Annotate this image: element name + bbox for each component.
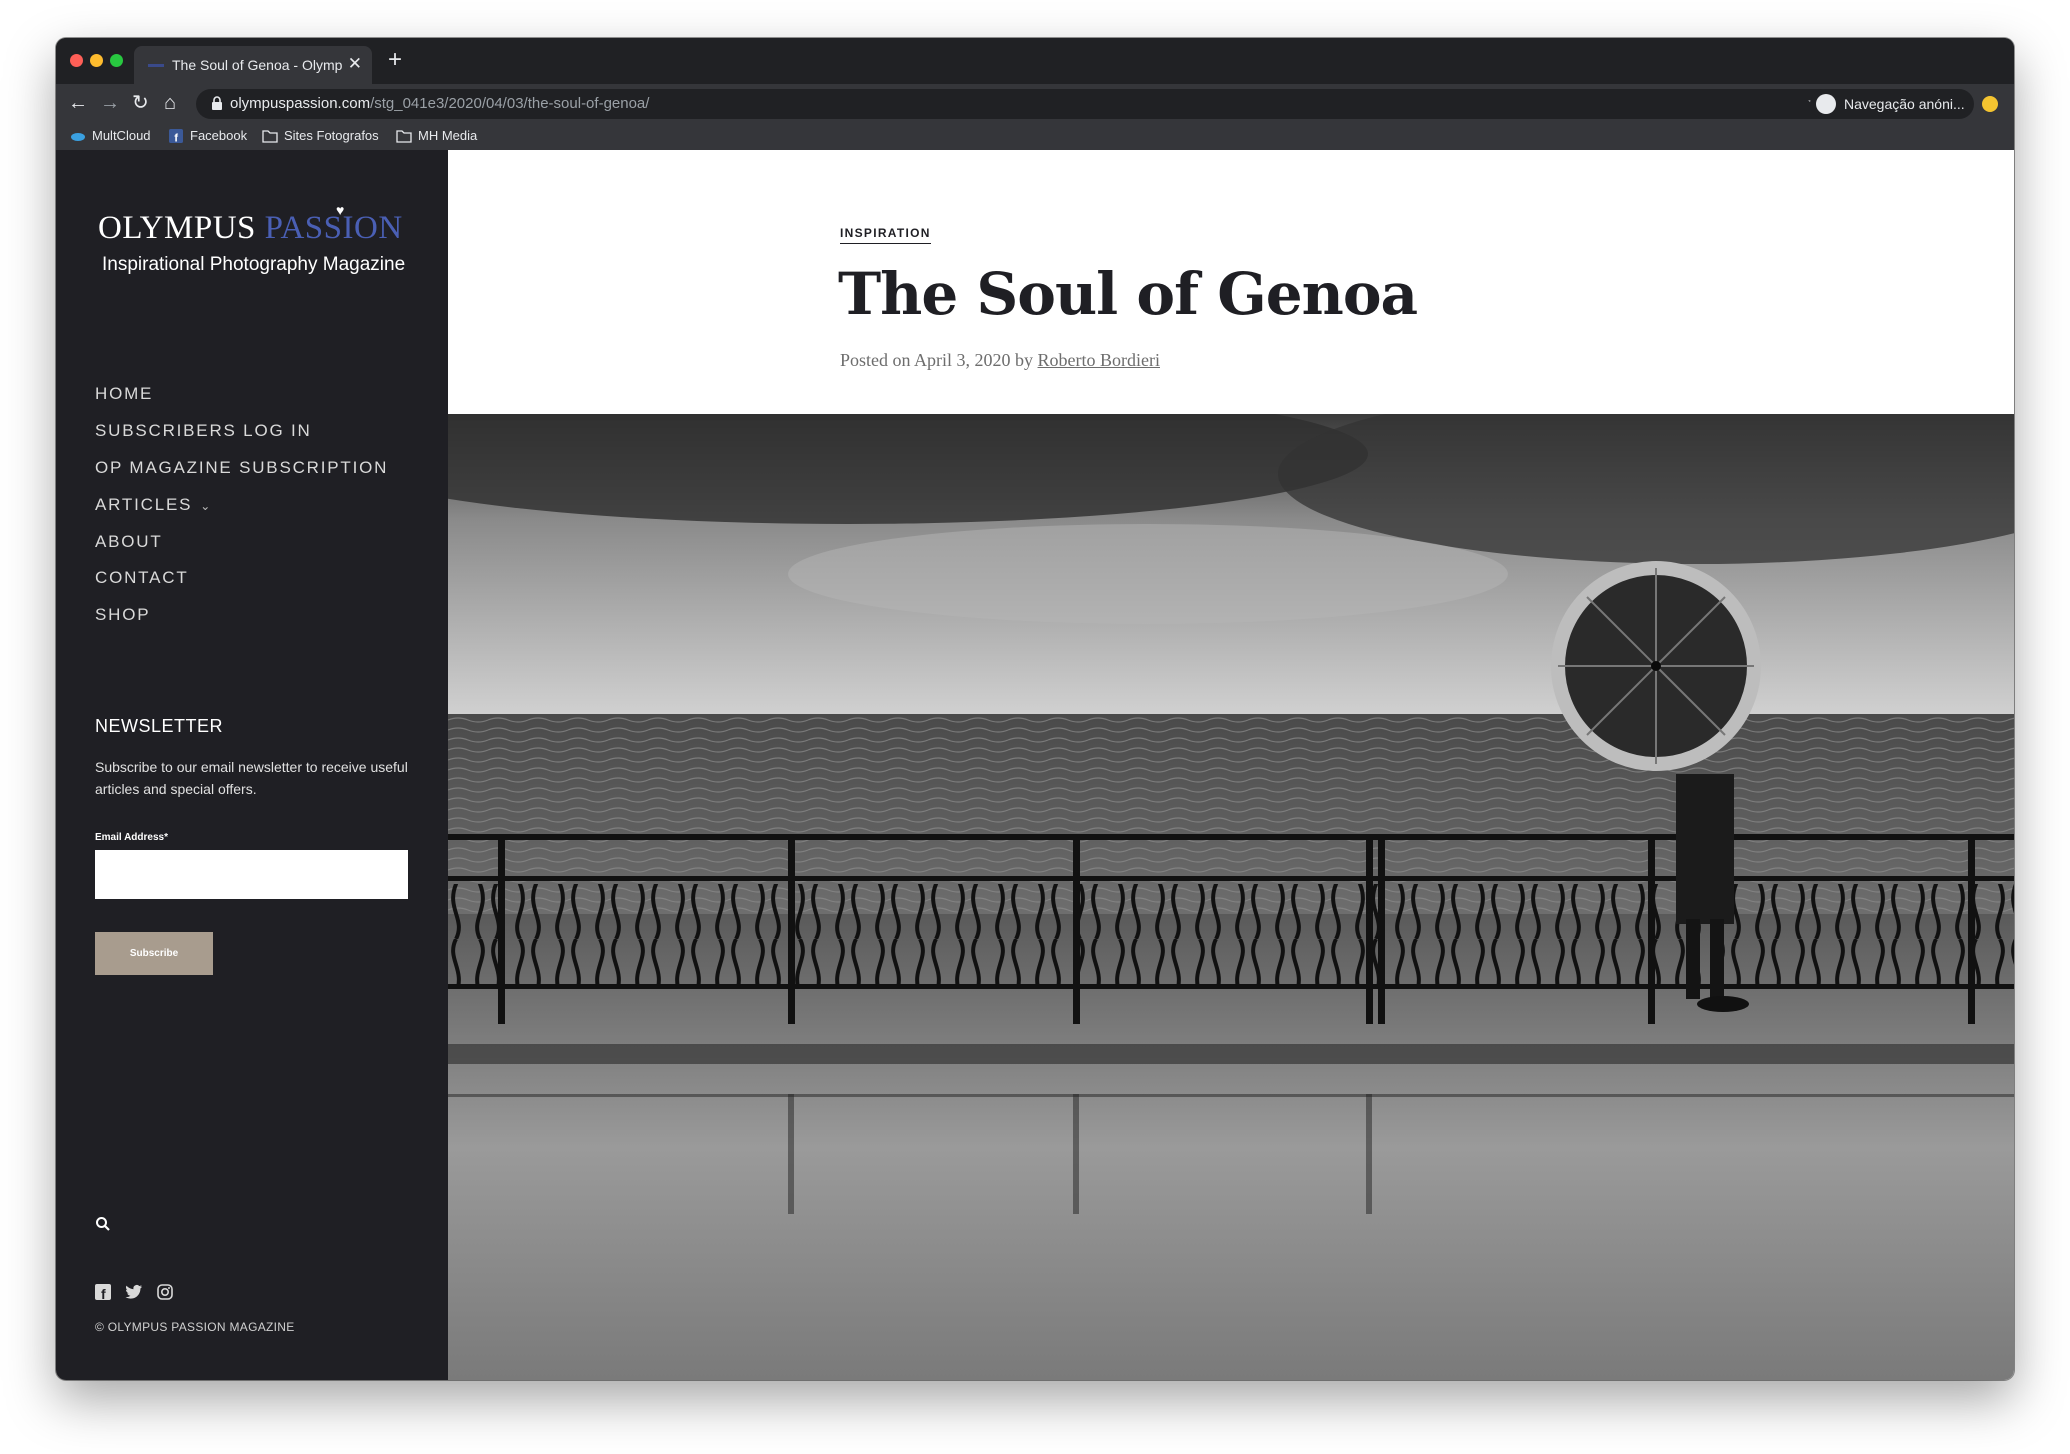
page-viewport: OLYMPUS PASSION ♥ Inspirational Photogra… bbox=[56, 150, 2014, 1380]
svg-text:f: f bbox=[101, 1286, 106, 1300]
post-meta: Posted on April 3, 2020 by Roberto Bordi… bbox=[840, 350, 1160, 371]
bookmark-label: Facebook bbox=[190, 128, 248, 143]
facebook-icon[interactable]: f bbox=[95, 1284, 111, 1300]
bookmark-label: Sites Fotografos bbox=[284, 128, 379, 143]
post-date-text: Posted on April 3, 2020 by bbox=[840, 350, 1034, 370]
menu-item-home[interactable]: HOME bbox=[95, 384, 153, 404]
browser-window: The Soul of Genoa - Olympus P ✕ + ← → ↻ … bbox=[56, 38, 2014, 1380]
menu-item-shop[interactable]: SHOP bbox=[95, 605, 150, 625]
hero-photo-genoa-seafront bbox=[448, 414, 2014, 1380]
cloud-icon bbox=[71, 132, 85, 141]
bookmark-label: MultCloud bbox=[92, 128, 151, 143]
menu-item-about[interactable]: ABOUT bbox=[95, 532, 163, 552]
tab-strip: The Soul of Genoa - Olympus P ✕ + bbox=[56, 38, 2014, 84]
email-input[interactable] bbox=[95, 850, 408, 899]
menu-item-op-magazine-subscription[interactable]: OP MAGAZINE SUBSCRIPTION bbox=[95, 458, 388, 478]
close-window-button[interactable] bbox=[70, 54, 83, 67]
facebook-icon: f bbox=[169, 128, 183, 143]
svg-text:f: f bbox=[174, 132, 178, 143]
twitter-icon[interactable] bbox=[125, 1284, 143, 1300]
copyright-text: © OLYMPUS PASSION MAGAZINE bbox=[95, 1320, 295, 1334]
back-arrow-icon[interactable]: ← bbox=[68, 92, 88, 114]
logo-word-olympus: OLYMPUS bbox=[98, 210, 256, 246]
bookmarks-bar: MultCloud f Facebook Sites Fotografos MH… bbox=[56, 124, 2014, 150]
email-label: Email Address* bbox=[95, 832, 168, 843]
favicon-icon bbox=[148, 64, 164, 67]
close-tab-icon[interactable]: ✕ bbox=[348, 54, 362, 74]
incognito-icon bbox=[1816, 94, 1836, 114]
site-logo[interactable]: OLYMPUS PASSION ♥ Inspirational Photogra… bbox=[98, 202, 405, 280]
minimize-window-button[interactable] bbox=[90, 54, 103, 67]
menu-item-contact[interactable]: CONTACT bbox=[95, 568, 189, 588]
maximize-window-button[interactable] bbox=[110, 54, 123, 67]
reload-icon[interactable]: ↻ bbox=[132, 92, 149, 114]
new-tab-button[interactable]: + bbox=[388, 48, 402, 72]
bookmark-facebook[interactable]: f Facebook bbox=[168, 128, 247, 143]
social-links: f bbox=[95, 1284, 173, 1300]
folder-icon bbox=[396, 129, 412, 143]
url-host: olympuspassion.com bbox=[230, 95, 371, 112]
logo-tagline: Inspirational Photography Magazine bbox=[102, 254, 406, 275]
forward-arrow-icon[interactable]: → bbox=[100, 92, 120, 114]
heart-icon: ♥ bbox=[336, 202, 345, 218]
menu-item-articles[interactable]: ARTICLES ⌄ bbox=[95, 495, 212, 515]
url-text: olympuspassion.com/stg_041e3/2020/04/03/… bbox=[230, 95, 649, 112]
main-content: INSPIRATION The Soul of Genoa Posted on … bbox=[448, 150, 2014, 1380]
post-category-link[interactable]: INSPIRATION bbox=[840, 226, 931, 244]
menu-item-subscribers-log-in[interactable]: SUBSCRIBERS LOG IN bbox=[95, 421, 312, 441]
menu-item-label: ARTICLES bbox=[95, 495, 193, 514]
address-bar[interactable]: olympuspassion.com/stg_041e3/2020/04/03/… bbox=[196, 89, 1836, 119]
search-icon[interactable] bbox=[95, 1216, 111, 1232]
logo-word-passion: PASSION bbox=[264, 210, 403, 246]
post-title: The Soul of Genoa bbox=[838, 260, 1418, 328]
sidebar: OLYMPUS PASSION ♥ Inspirational Photogra… bbox=[56, 150, 448, 1380]
bookmark-label: MH Media bbox=[418, 128, 478, 143]
extension-icon[interactable] bbox=[1982, 96, 1998, 112]
instagram-icon[interactable] bbox=[157, 1284, 173, 1300]
newsletter-description: Subscribe to our email newsletter to rec… bbox=[95, 759, 408, 797]
logo-wordmark: OLYMPUS PASSION bbox=[98, 210, 403, 247]
tab-title: The Soul of Genoa - Olympus P bbox=[172, 57, 342, 73]
newsletter-title: NEWSLETTER bbox=[95, 716, 224, 736]
folder-icon bbox=[262, 129, 278, 143]
subscribe-button[interactable]: Subscribe bbox=[95, 932, 213, 975]
bookmark-sites-fotografos[interactable]: Sites Fotografos bbox=[262, 128, 379, 143]
browser-toolbar: ← → ↻ ⌂ olympuspassion.com/stg_041e3/202… bbox=[56, 84, 2014, 124]
url-path: /stg_041e3/2020/04/03/the-soul-of-genoa/ bbox=[370, 95, 650, 112]
post-author-link[interactable]: Roberto Bordieri bbox=[1038, 350, 1160, 370]
profile-label: Navegação anóni... bbox=[1844, 96, 1965, 112]
bookmark-multcloud[interactable]: MultCloud bbox=[70, 128, 151, 143]
home-icon[interactable]: ⌂ bbox=[164, 92, 176, 114]
lock-icon bbox=[212, 96, 222, 110]
chevron-down-icon: ⌄ bbox=[200, 499, 213, 513]
incognito-profile-button[interactable]: Navegação anóni... bbox=[1810, 89, 1974, 119]
bookmark-mh-media[interactable]: MH Media bbox=[396, 128, 477, 143]
browser-tab-active[interactable]: The Soul of Genoa - Olympus P ✕ bbox=[134, 46, 372, 84]
